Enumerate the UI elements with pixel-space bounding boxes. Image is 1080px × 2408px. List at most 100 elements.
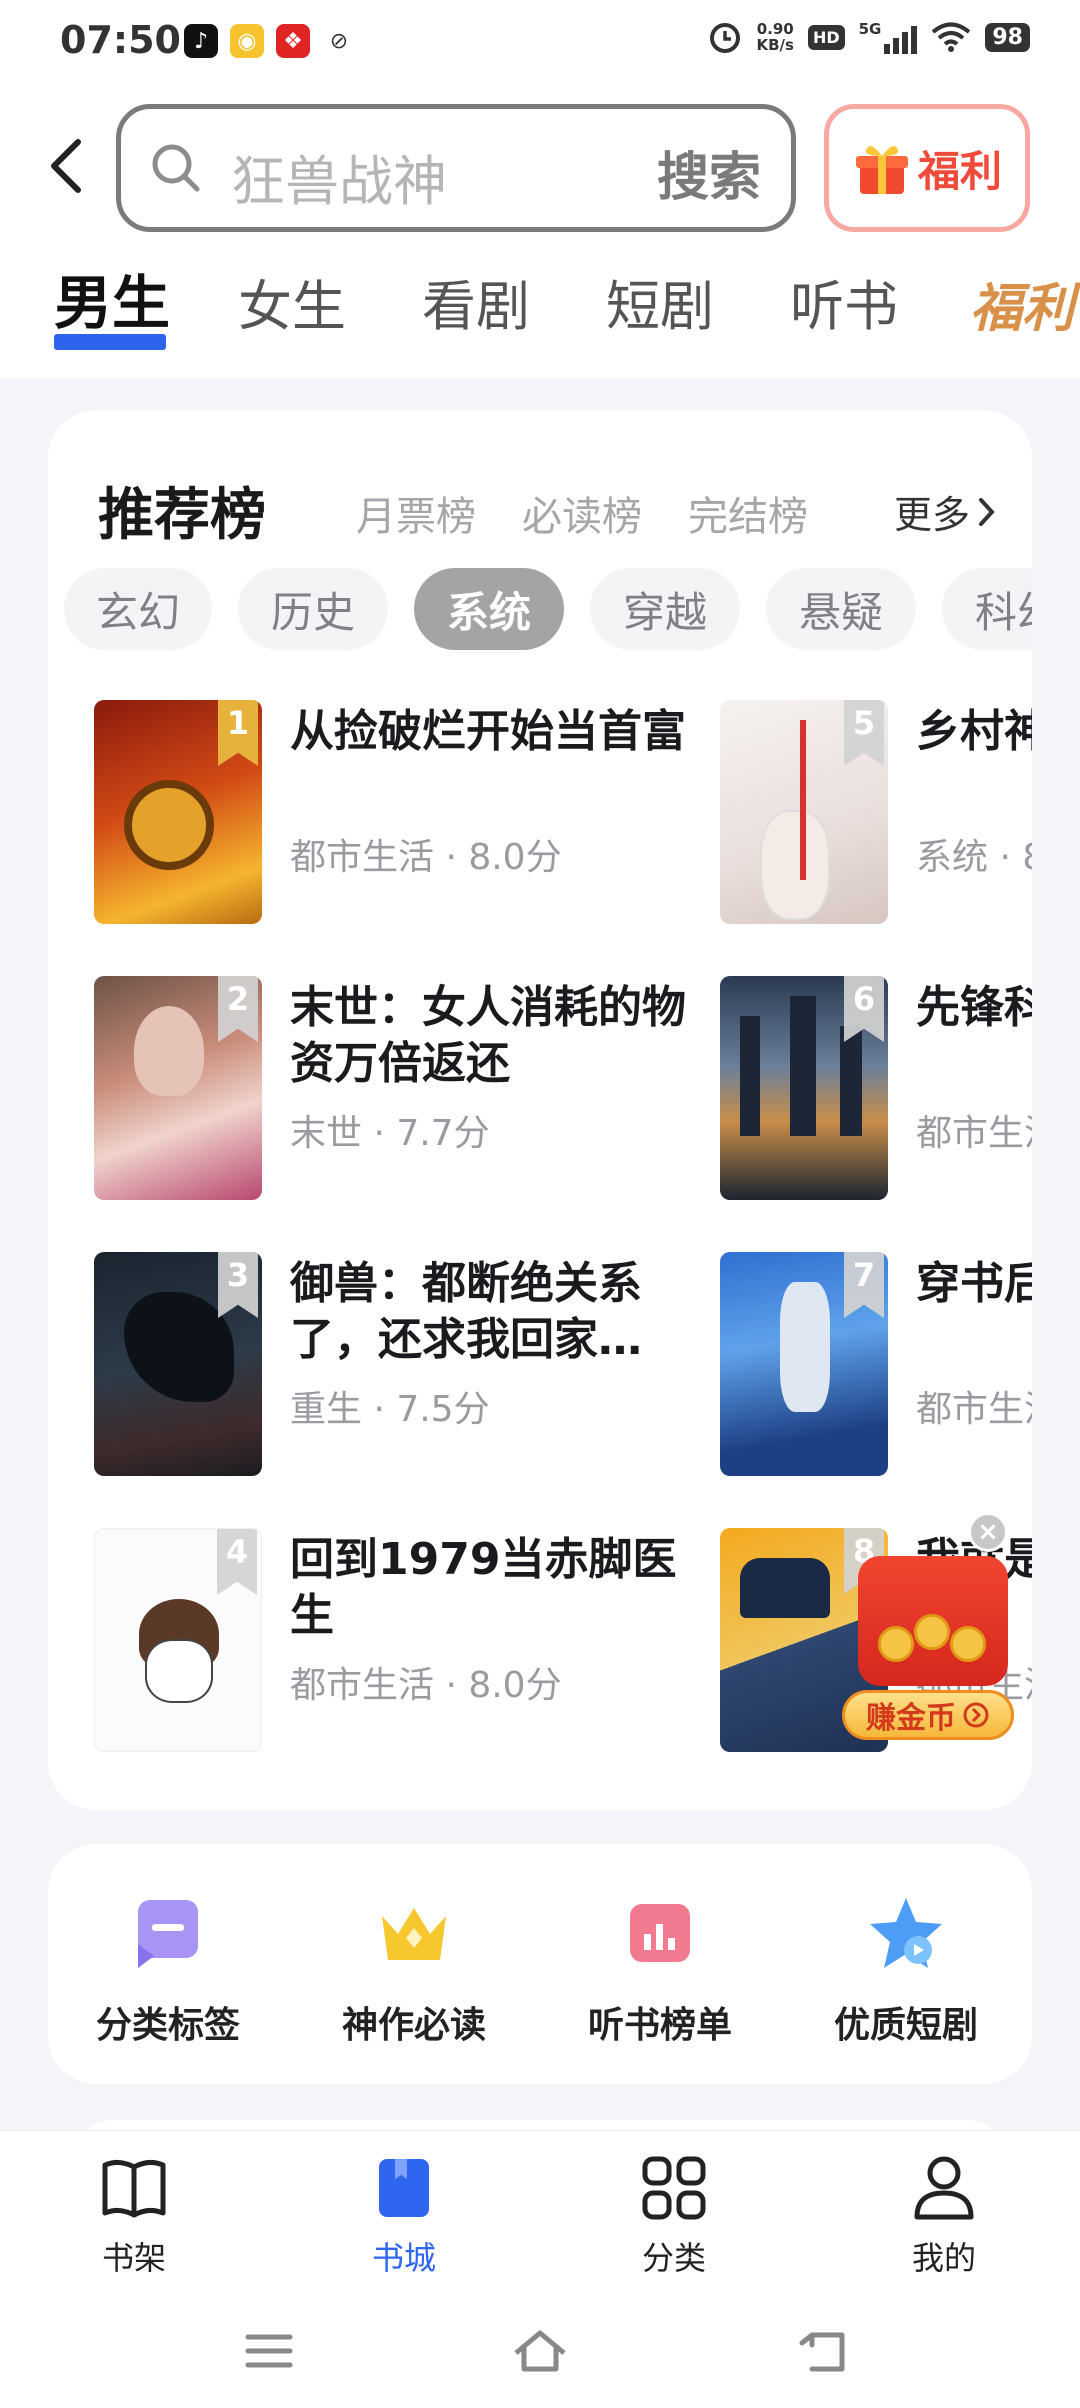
rank-badge: 6 [844, 976, 884, 1042]
nav-category[interactable]: 分类 [604, 2153, 744, 2279]
battery-indicator: 98 [985, 22, 1030, 52]
book-cover: 2 [94, 976, 262, 1200]
more-link[interactable]: 更多 [894, 484, 998, 539]
book-meta: 都市生活 · 8.0分 [290, 837, 562, 878]
ranking-tab-must-read[interactable]: 必读榜 [522, 484, 642, 542]
ranking-tab-monthly[interactable]: 月票榜 [356, 484, 476, 542]
nav-bookstore[interactable]: 书城 [334, 2153, 474, 2279]
shortcut-quality-drama[interactable]: 优质短剧 [816, 1894, 996, 2048]
earn-coins-button[interactable]: 赚金币 [842, 1690, 1014, 1740]
book-meta: 系统 · 8 [916, 837, 1032, 878]
book-item[interactable]: 7 穿书后女主在 都市生活 [720, 1252, 1032, 1478]
shortcut-label: 神作必读 [341, 2005, 486, 2046]
channel-tabs: 男生 女生 看剧 短剧 听书 [0, 262, 1080, 358]
rank-badge: 7 [844, 1252, 884, 1318]
search-button[interactable]: 搜索 [657, 135, 761, 210]
book-cover: 6 [720, 976, 888, 1200]
network-speed: 0.90 KB/s [756, 20, 794, 54]
book-item[interactable]: 4 回到1979当赤脚医生 都市生活 · 8.0分 [94, 1528, 694, 1754]
weibo-icon: ◉ [230, 24, 264, 58]
tab-audiobook[interactable]: 听书 [790, 262, 898, 341]
book-item[interactable]: 2 末世：女人消耗的物资万倍返还 末世 · 7.7分 [94, 976, 694, 1202]
hd-badge: HD [807, 24, 845, 50]
book-item[interactable]: 5 乡村神 系统 · 8 [720, 700, 1032, 926]
chip-history[interactable]: 历史 [238, 568, 388, 650]
app-notification-icon: ❖ [276, 24, 310, 58]
book-item[interactable]: 3 御兽：都断绝关系了，还求我回家… 重生 · 7.5分 [94, 1252, 694, 1478]
tab-welfare[interactable]: 福利 [970, 266, 1080, 341]
back-arrow-icon[interactable] [42, 136, 92, 196]
book-meta: 都市生活 · 8.0分 [290, 1665, 562, 1706]
alarm-icon [710, 23, 741, 53]
search-icon [152, 144, 200, 192]
shortcut-audiobook-ranking[interactable]: 听书榜单 [570, 1894, 750, 2048]
book-title: 乡村神 [916, 706, 1032, 757]
audio-chart-icon [630, 1904, 690, 1962]
welfare-button[interactable]: 福利 [824, 104, 1030, 232]
arrow-circle-icon [963, 1702, 989, 1728]
search-placeholder: 狂兽战神 [231, 150, 447, 213]
book-cover: 5 [720, 700, 888, 924]
cellular-signal-icon: 5G [859, 20, 918, 54]
shortcut-label: 听书榜单 [587, 2005, 732, 2046]
tab-watch-drama[interactable]: 看剧 [422, 262, 530, 341]
book-meta: 都市生活 [916, 1389, 1032, 1430]
status-indicators: 0.90 KB/s HD 5G 98 [708, 20, 1030, 54]
more-label: 更多 [893, 493, 970, 537]
status-time: 07:50 [60, 18, 181, 62]
nav-bookshelf[interactable]: 书架 [64, 2153, 204, 2279]
shortcut-label: 分类标签 [95, 2005, 240, 2046]
shortcut-must-read[interactable]: 神作必读 [324, 1894, 504, 2048]
chip-time-travel[interactable]: 穿越 [590, 568, 740, 650]
rank-badge: 3 [218, 1252, 258, 1318]
coin-reward-widget[interactable]: × 赚金币 [838, 1512, 1018, 1744]
book-cover: 7 [720, 1252, 888, 1476]
star-play-icon [870, 1898, 942, 1968]
book-title: 御兽：都断绝关系了，还求我回家… [290, 1258, 642, 1365]
user-icon [914, 2156, 974, 2220]
shortcut-category-tags[interactable]: 分类标签 [78, 1894, 258, 2048]
earn-coins-label: 赚金币 [866, 1701, 956, 1736]
book-cover: 3 [94, 1252, 262, 1476]
back-icon[interactable] [798, 2327, 848, 2375]
active-tab-indicator [54, 334, 166, 350]
tiktok-icon: ♪ [184, 24, 218, 58]
crown-icon [382, 1908, 446, 1960]
tab-female[interactable]: 女生 [238, 262, 346, 341]
nav-label: 书城 [371, 2239, 436, 2277]
close-icon[interactable]: × [968, 1512, 1008, 1552]
nav-profile[interactable]: 我的 [874, 2153, 1014, 2279]
rank-badge: 4 [217, 1529, 257, 1595]
nav-label: 我的 [911, 2239, 976, 2277]
tab-short-drama[interactable]: 短剧 [606, 262, 714, 341]
menu-icon[interactable] [244, 2327, 294, 2375]
gift-icon [855, 146, 908, 194]
nav-label: 分类 [641, 2239, 706, 2277]
book-item[interactable]: 1 从捡破烂开始当首富 都市生活 · 8.0分 [94, 700, 694, 926]
chip-fantasy[interactable]: 玄幻 [64, 568, 212, 650]
book-icon [379, 2159, 429, 2217]
book-title: 从捡破烂开始当首富 [290, 706, 686, 757]
genre-chips: 玄幻 历史 系统 穿越 悬疑 科幻 [64, 568, 1032, 652]
chip-mystery[interactable]: 悬疑 [766, 568, 916, 650]
home-icon[interactable] [512, 2327, 568, 2375]
rank-badge: 1 [218, 700, 258, 766]
shortcuts-card: 分类标签 神作必读 听书榜单 优质短剧 [48, 1844, 1032, 2084]
system-navigation-bar [0, 2301, 1080, 2401]
welfare-label: 福利 [917, 146, 1002, 196]
status-notification-icons: ♪ ◉ ❖ ⊘ [184, 24, 356, 58]
chip-scifi[interactable]: 科幻 [942, 568, 1032, 650]
bottom-navigation: 书架 书城 分类 我的 [0, 2130, 1080, 2408]
book-meta: 都市生活 [916, 1113, 1032, 1154]
search-input[interactable]: 狂兽战神 搜索 [116, 104, 796, 232]
ranking-tab-completed[interactable]: 完结榜 [688, 484, 808, 542]
shortcut-label: 优质短剧 [833, 2005, 978, 2046]
nav-label: 书架 [101, 2239, 166, 2277]
tab-male[interactable]: 男生 [54, 256, 170, 340]
link-icon: ⊘ [322, 24, 356, 58]
ranking-header: 推荐榜 月票榜 必读榜 完结榜 更多 [98, 470, 998, 550]
book-item[interactable]: 6 先锋科 都市生活 [720, 976, 1032, 1202]
ranking-title[interactable]: 推荐榜 [98, 470, 266, 551]
chip-system[interactable]: 系统 [414, 568, 564, 650]
book-title: 回到1979当赤脚医生 [290, 1534, 677, 1641]
